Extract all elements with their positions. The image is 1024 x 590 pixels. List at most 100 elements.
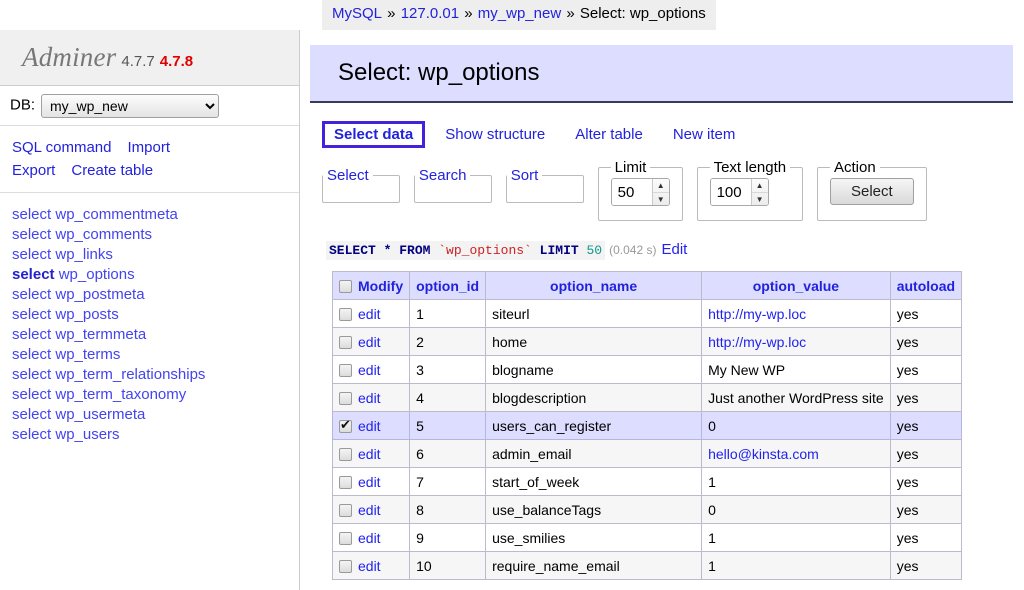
text-length-spinner[interactable]: ▲ ▼ [751,179,768,205]
search-toggle-link[interactable]: Search [419,167,467,184]
select-fieldset[interactable]: Select [322,167,400,203]
sidebar-item-sql-command[interactable]: SQL command [12,139,112,156]
text-length-input[interactable] [711,179,751,205]
cell-option-value: 0 [702,496,891,524]
row-select-checkbox[interactable] [339,532,352,545]
row-select-checkbox[interactable] [339,336,352,349]
cell-autoload: yes [890,412,961,440]
limit-spinner-down-icon[interactable]: ▼ [653,192,669,206]
sidebar-item-export[interactable]: Export [12,162,55,179]
tab-show-structure[interactable]: Show structure [435,122,555,147]
sidebar-item-create-table[interactable]: Create table [71,162,153,179]
text-length-spinner-down-icon[interactable]: ▼ [752,192,768,206]
cell-option-id: 2 [410,328,486,356]
limit-spinner-up-icon[interactable]: ▲ [653,179,669,192]
tab-alter-table[interactable]: Alter table [565,122,653,147]
limit-stepper[interactable]: ▲ ▼ [611,178,670,206]
row-select-checkbox[interactable] [339,308,352,321]
search-fieldset-legend[interactable]: Search [415,167,471,184]
search-fieldset[interactable]: Search [414,167,492,203]
sidebar-table-wp_users[interactable]: select wp_users [12,425,299,445]
table-row[interactable]: edit4blogdescriptionJust another WordPre… [333,384,962,412]
column-header-modify: Modify [333,272,410,300]
breadcrumb-item-0[interactable]: MySQL [332,5,382,22]
cell-option-value[interactable]: http://my-wp.loc [702,328,891,356]
sort-fieldset-legend[interactable]: Sort [507,167,543,184]
sidebar-table-wp_termmeta[interactable]: select wp_termmeta [12,325,299,345]
select-fieldset-legend[interactable]: Select [323,167,373,184]
row-select-checkbox[interactable] [339,560,352,573]
tab-bar: Select data Show structure Alter table New … [322,121,1024,153]
adminer-update-version-link[interactable]: 4.7.8 [155,53,193,70]
sidebar-table-wp_comments[interactable]: select wp_comments [12,225,299,245]
breadcrumb-item-1[interactable]: 127.0.01 [401,5,459,22]
sidebar-table-wp_commentmeta[interactable]: select wp_commentmeta [12,205,299,225]
table-row[interactable]: edit9use_smilies1yes [333,524,962,552]
results-table-head: Modify option_id option_name option_valu… [333,272,962,300]
select-all-checkbox[interactable] [339,280,352,293]
table-row[interactable]: edit1siteurlhttp://my-wp.locyes [333,300,962,328]
table-row[interactable]: edit5users_can_register0yes [333,412,962,440]
text-length-stepper[interactable]: ▲ ▼ [710,178,769,206]
row-edit-link[interactable]: edit [358,502,381,518]
limit-input[interactable] [612,179,652,205]
row-edit-link[interactable]: edit [358,446,381,462]
sidebar-table-wp_usermeta[interactable]: select wp_usermeta [12,405,299,425]
table-row[interactable]: edit6admin_emailhello@kinsta.comyes [333,440,962,468]
row-select-checkbox[interactable] [339,392,352,405]
table-row[interactable]: edit3blognameMy New WPyes [333,356,962,384]
db-select[interactable]: my_wp_new [41,94,219,118]
limit-spinner[interactable]: ▲ ▼ [652,179,669,205]
sidebar-table-wp_postmeta[interactable]: select wp_postmeta [12,285,299,305]
breadcrumb-item-2[interactable]: my_wp_new [478,5,561,22]
row-edit-link[interactable]: edit [358,306,381,322]
sidebar-table-wp_posts[interactable]: select wp_posts [12,305,299,325]
cell-option-value-link[interactable]: hello@kinsta.com [708,446,819,462]
sidebar-item-import[interactable]: Import [128,139,171,156]
row-edit-link[interactable]: edit [358,390,381,406]
column-header-autoload[interactable]: autoload [890,272,961,300]
cell-option-value-link[interactable]: http://my-wp.loc [708,334,806,350]
row-select-checkbox[interactable] [339,420,352,433]
table-row[interactable]: edit2homehttp://my-wp.locyes [333,328,962,356]
sort-toggle-link[interactable]: Sort [511,167,539,184]
row-select-checkbox[interactable] [339,364,352,377]
sidebar-table-wp_options[interactable]: select wp_options [12,265,299,285]
column-header-option-value[interactable]: option_value [702,272,891,300]
cell-autoload: yes [890,468,961,496]
sidebar-table-wp_term_relationships[interactable]: select wp_term_relationships [12,365,299,385]
row-edit-link[interactable]: edit [358,418,381,434]
tab-new-item[interactable]: New item [663,122,746,147]
sql-edit-link[interactable]: Edit [656,241,687,258]
row-edit-link[interactable]: edit [358,362,381,378]
select-toggle-link[interactable]: Select [327,167,369,184]
row-select-checkbox[interactable] [339,448,352,461]
column-header-option-id[interactable]: option_id [410,272,486,300]
tab-select-data[interactable]: Select data [322,121,425,148]
table-row[interactable]: edit10require_name_email1yes [333,552,962,580]
sidebar-table-wp_term_taxonomy[interactable]: select wp_term_taxonomy [12,385,299,405]
row-edit-link[interactable]: edit [358,558,381,574]
sidebar-table-wp_terms[interactable]: select wp_terms [12,345,299,365]
cell-option-value-link[interactable]: http://my-wp.loc [708,306,806,322]
row-edit-link[interactable]: edit [358,334,381,350]
sidebar-table-action: select [12,406,51,423]
row-select-checkbox[interactable] [339,476,352,489]
cell-option-value[interactable]: http://my-wp.loc [702,300,891,328]
sidebar-table-action: select [12,246,51,263]
row-edit-link[interactable]: edit [358,530,381,546]
sidebar-table-list: select wp_commentmetaselect wp_commentss… [0,193,299,445]
table-row[interactable]: edit8use_balanceTags0yes [333,496,962,524]
row-edit-link[interactable]: edit [358,474,381,490]
cell-option-value[interactable]: hello@kinsta.com [702,440,891,468]
table-row[interactable]: edit7start_of_week1yes [333,468,962,496]
sort-fieldset[interactable]: Sort [506,167,584,203]
row-select-checkbox[interactable] [339,504,352,517]
text-length-fieldset: Text length ▲ ▼ [697,159,804,221]
text-length-spinner-up-icon[interactable]: ▲ [752,179,768,192]
cell-option-id: 5 [410,412,486,440]
sidebar-table-action: select [12,346,51,363]
column-header-option-name[interactable]: option_name [486,272,702,300]
sidebar-table-wp_links[interactable]: select wp_links [12,245,299,265]
select-submit-button[interactable]: Select [830,178,914,205]
